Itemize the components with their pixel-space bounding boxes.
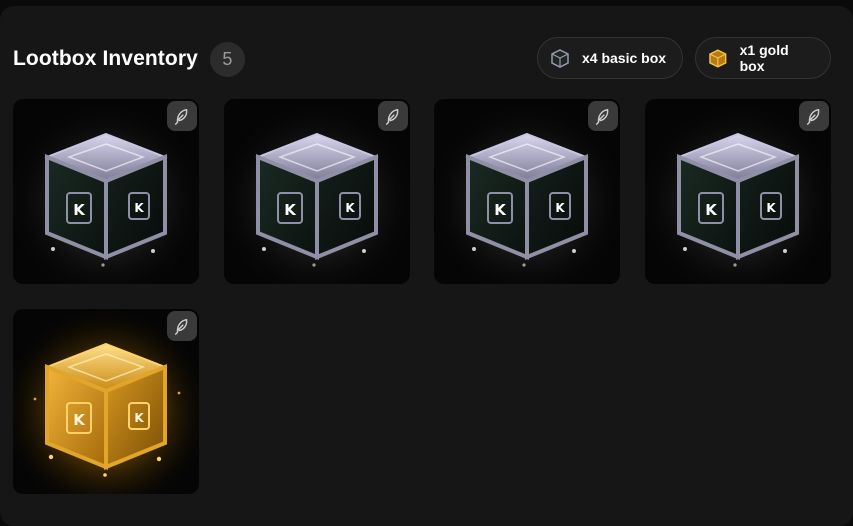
feather-icon bbox=[174, 318, 188, 335]
page-title: Lootbox Inventory bbox=[13, 47, 198, 70]
header: Lootbox Inventory 5 bbox=[13, 41, 245, 77]
feather-icon bbox=[806, 108, 820, 125]
box-logo: K bbox=[705, 201, 718, 219]
gold-box-chip-label: x1 gold box bbox=[739, 42, 789, 74]
burn-button[interactable] bbox=[167, 311, 197, 341]
box-logo: K bbox=[73, 411, 86, 429]
burn-button[interactable] bbox=[378, 101, 408, 131]
box-logo-side: K bbox=[555, 201, 565, 215]
gold-box-filter-chip[interactable]: x1 gold box bbox=[695, 37, 831, 79]
box-logo-side: K bbox=[134, 201, 144, 215]
lootbox-card-basic[interactable]: K K bbox=[224, 99, 410, 284]
box-logo: K bbox=[73, 201, 86, 219]
box-logo-side: K bbox=[134, 411, 144, 425]
burn-button[interactable] bbox=[588, 101, 618, 131]
basic-box-chip-label: x4 basic box bbox=[582, 50, 667, 66]
feather-icon bbox=[174, 108, 188, 125]
box-logo: K bbox=[494, 201, 507, 219]
lootbox-card-basic[interactable]: K K bbox=[13, 99, 199, 284]
basic-box-icon bbox=[551, 49, 569, 68]
box-logo: K bbox=[284, 201, 297, 219]
lootbox-card-basic[interactable]: K K bbox=[645, 99, 831, 284]
box-logo-side: K bbox=[345, 201, 355, 215]
burn-button[interactable] bbox=[167, 101, 197, 131]
basic-box-filter-chip[interactable]: x4 basic box bbox=[537, 37, 683, 79]
lootbox-card-basic[interactable]: K K bbox=[434, 99, 620, 284]
feather-icon bbox=[595, 108, 609, 125]
burn-button[interactable] bbox=[799, 101, 829, 131]
feather-icon bbox=[385, 108, 399, 125]
box-logo-side: K bbox=[766, 201, 776, 215]
count-badge: 5 bbox=[209, 41, 245, 77]
gold-box-icon bbox=[709, 49, 727, 68]
lootbox-card-gold[interactable]: K K bbox=[13, 309, 199, 494]
